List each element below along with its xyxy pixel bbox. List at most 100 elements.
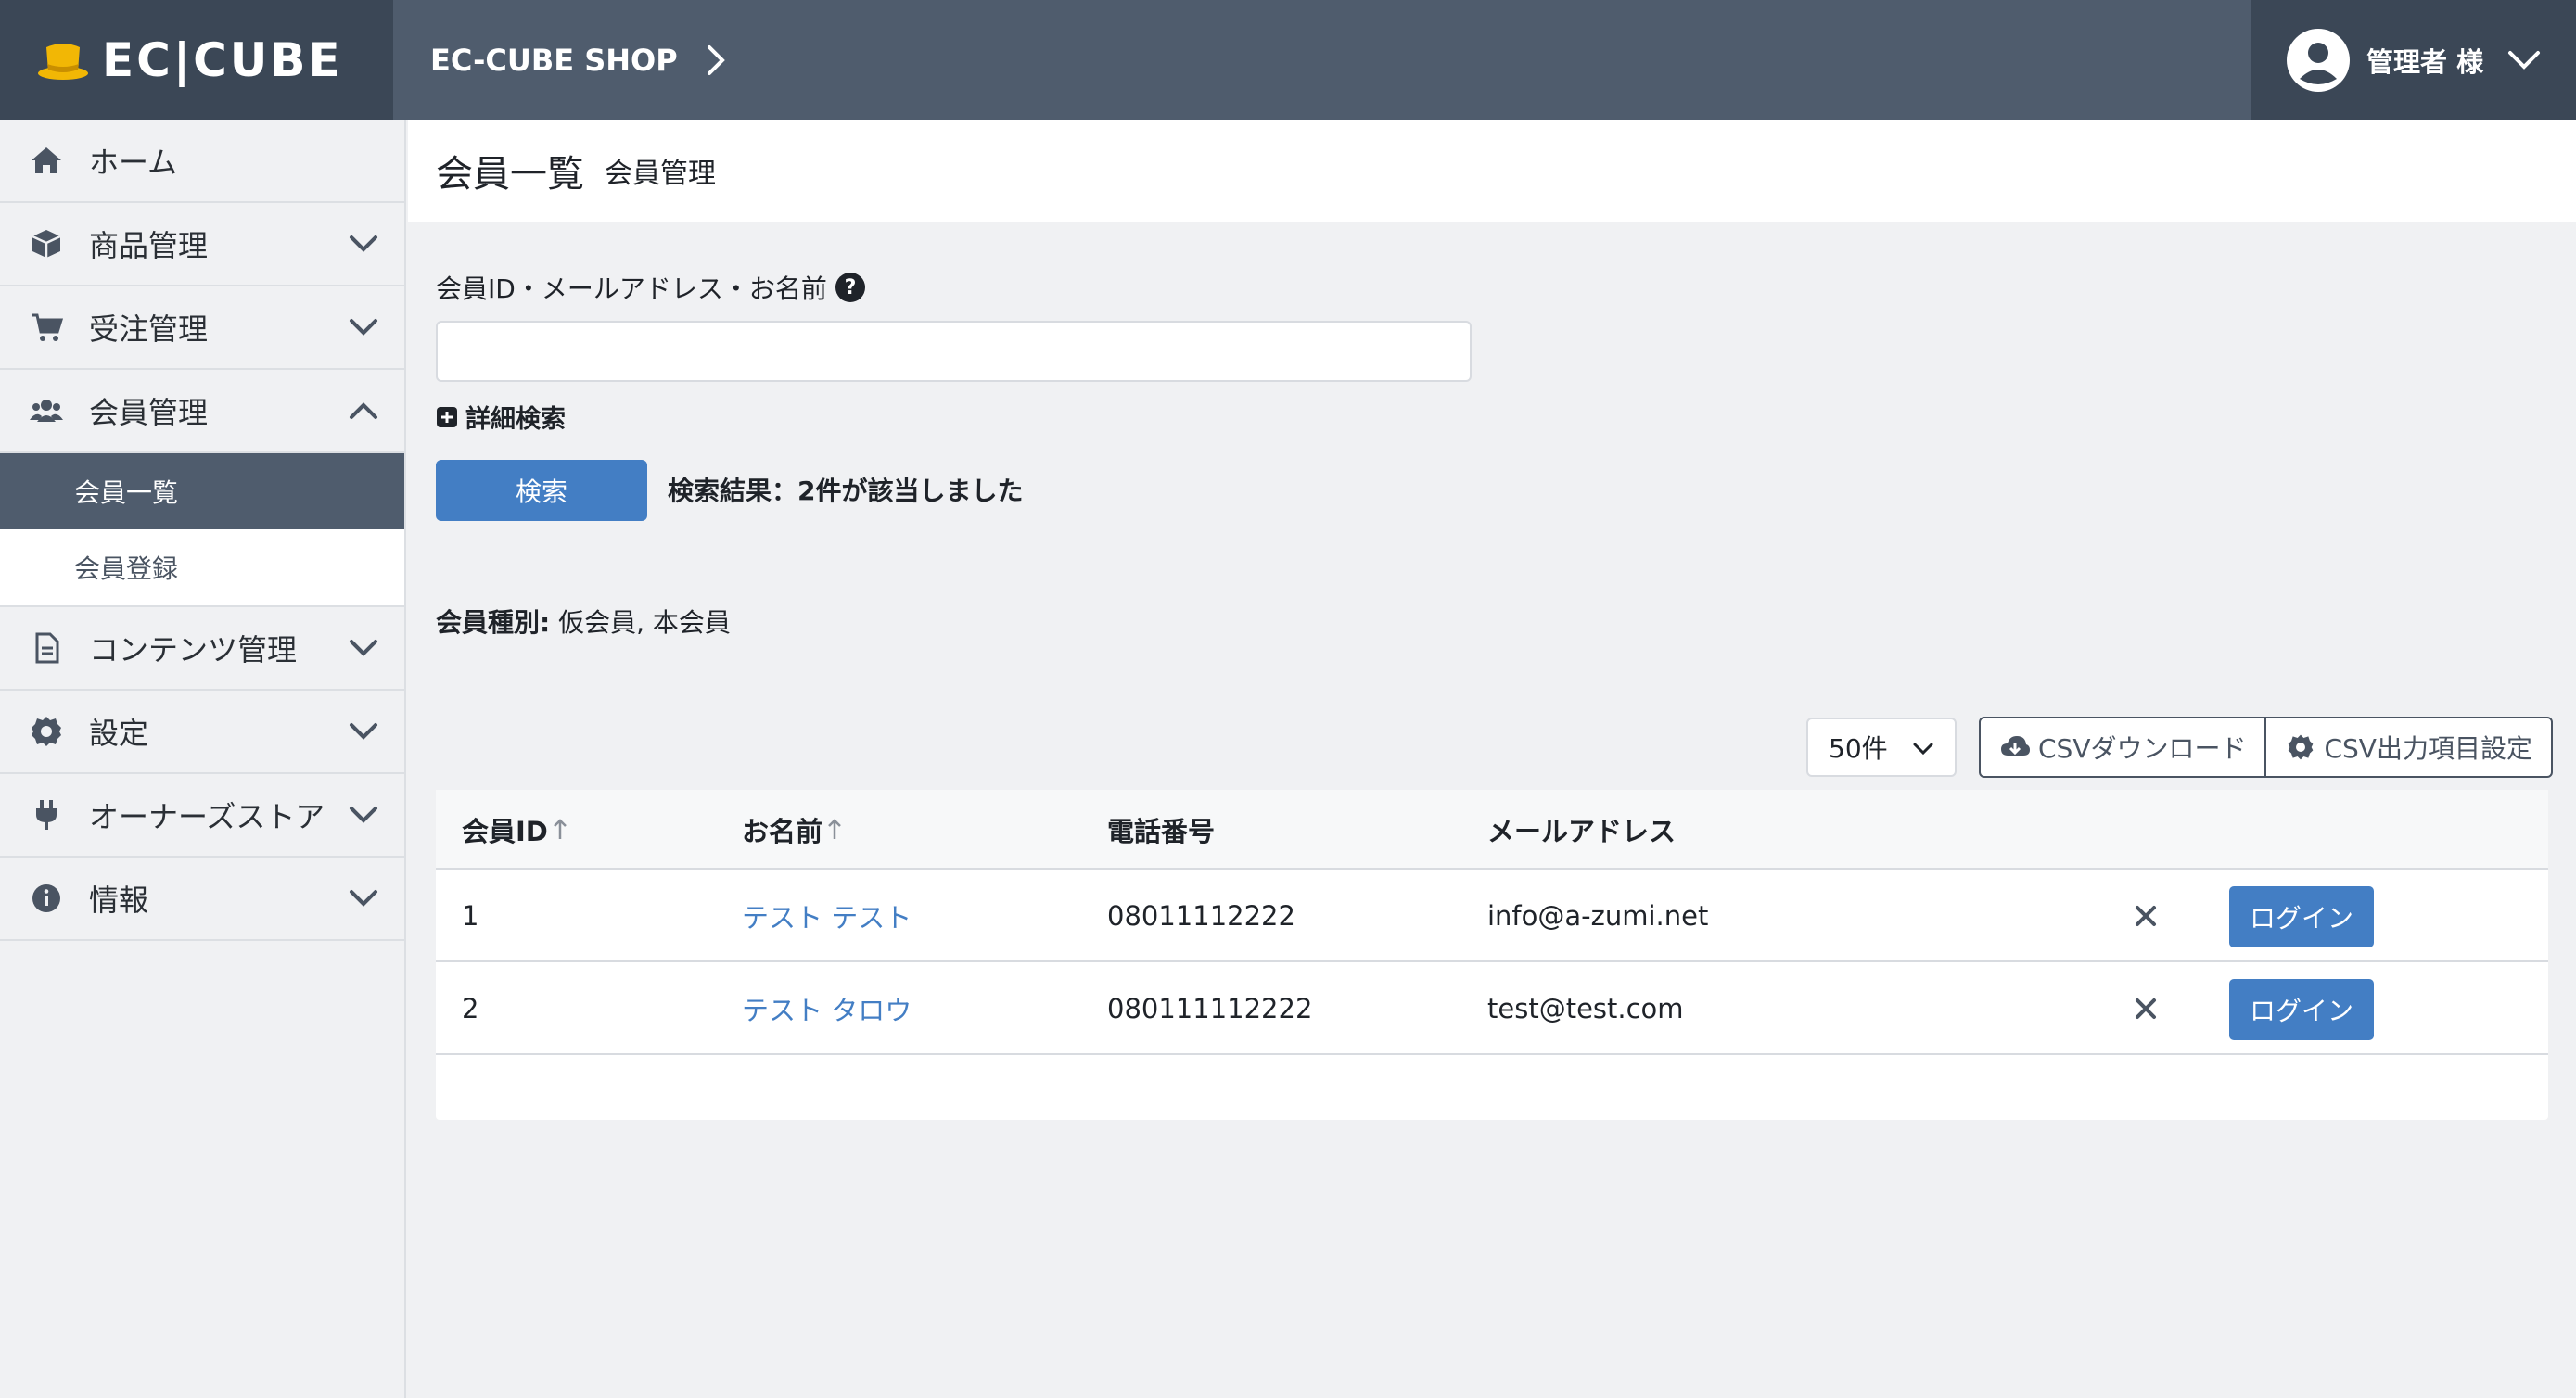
column-header-name[interactable]: お名前 xyxy=(742,790,843,870)
chevron-down-icon xyxy=(350,235,377,252)
advanced-search-toggle[interactable]: 詳細検索 xyxy=(436,399,566,435)
info-icon xyxy=(32,884,60,912)
shop-link[interactable]: EC-CUBE SHOP xyxy=(430,0,726,120)
home-icon xyxy=(32,147,61,173)
close-icon xyxy=(2136,906,2156,926)
column-header-id[interactable]: 会員ID xyxy=(462,790,568,870)
plug-icon xyxy=(36,800,57,830)
user-name: 管理者 様 xyxy=(2366,45,2484,78)
column-header-label: 電話番号 xyxy=(1107,816,1216,847)
page-header: 会員一覧 会員管理 xyxy=(408,120,2576,222)
sidebar-item-label: 情報 xyxy=(89,883,149,918)
sidebar-item-owners-store[interactable]: オーナーズストア xyxy=(0,774,404,858)
page-title: 会員一覧 xyxy=(436,153,584,196)
user-avatar-icon xyxy=(2287,28,2350,92)
sidebar-subitem-member-list[interactable]: 会員一覧 xyxy=(0,453,404,529)
file-icon xyxy=(35,632,59,664)
box-icon xyxy=(32,230,61,258)
search-label: 会員ID・メールアドレス・お名前 ? xyxy=(436,269,866,306)
member-type-filter: 会員種別: 仮会員, 本会員 xyxy=(436,603,731,640)
csv-download-label: CSVダウンロード xyxy=(2038,733,2247,764)
chevron-down-icon xyxy=(350,890,377,907)
sidebar-item-label: 会員管理 xyxy=(89,395,209,430)
search-label-text: 会員ID・メールアドレス・お名前 xyxy=(436,273,827,304)
sidebar: ホーム 商品管理 受注管理 会員管理 会員一覧 会員登録 コンテンツ管理 設定 … xyxy=(0,120,406,1398)
member-id: 1 xyxy=(462,900,479,932)
column-header-phone: 電話番号 xyxy=(1107,790,1215,870)
table-row: 1 テスト テスト 08011112222 info@a-zumi.net ログ… xyxy=(436,870,2548,962)
table-row: 2 テスト タロウ 080111112222 test@test.com ログイ… xyxy=(436,962,2548,1055)
sidebar-subitem-member-register[interactable]: 会員登録 xyxy=(0,529,404,605)
member-email: test@test.com xyxy=(1487,993,1684,1024)
sidebar-item-info[interactable]: 情報 xyxy=(0,858,404,941)
sidebar-item-label: 商品管理 xyxy=(89,228,209,263)
sidebar-item-settings[interactable]: 設定 xyxy=(0,691,404,774)
per-page-select[interactable]: 50件 xyxy=(1806,718,1957,777)
sidebar-item-members[interactable]: 会員管理 xyxy=(0,370,404,453)
member-type-value: 仮会員, 本会員 xyxy=(558,607,731,638)
members-submenu: 会員一覧 会員登録 xyxy=(0,453,404,607)
top-header: EC|CUBE EC-CUBE SHOP 管理者 様 xyxy=(0,0,2576,120)
csv-settings-label: CSV出力項目設定 xyxy=(2324,733,2532,764)
member-type-label: 会員種別: xyxy=(436,607,551,638)
csv-download-button[interactable]: CSVダウンロード xyxy=(1981,718,2264,776)
sidebar-item-products[interactable]: 商品管理 xyxy=(0,203,404,286)
help-icon[interactable]: ? xyxy=(835,272,866,303)
login-button[interactable]: ログイン xyxy=(2229,979,2374,1040)
svg-text:?: ? xyxy=(844,276,856,299)
delete-button[interactable] xyxy=(2133,962,2159,1055)
delete-button[interactable] xyxy=(2133,870,2159,962)
per-page-value: 50件 xyxy=(1829,733,1888,764)
gear-icon xyxy=(32,717,61,746)
sort-arrow-up-icon xyxy=(828,819,841,839)
login-button[interactable]: ログイン xyxy=(2229,886,2374,947)
sort-arrow-up-icon xyxy=(553,819,567,839)
shop-name: EC-CUBE SHOP xyxy=(430,42,678,78)
member-email: info@a-zumi.net xyxy=(1487,900,1709,932)
sidebar-item-label: ホーム xyxy=(89,145,178,180)
user-menu[interactable]: 管理者 様 xyxy=(2251,0,2576,120)
column-header-label: 会員ID xyxy=(462,816,548,847)
search-result-text: 検索結果：2件が該当しました xyxy=(668,476,1024,506)
chevron-down-icon xyxy=(1913,743,1933,756)
csv-settings-button[interactable]: CSV出力項目設定 xyxy=(2264,718,2550,776)
chevron-down-icon xyxy=(350,319,377,336)
sidebar-item-label: 受注管理 xyxy=(89,311,209,347)
member-name-link[interactable]: テスト タロウ xyxy=(742,962,912,1055)
member-name-link[interactable]: テスト テスト xyxy=(742,870,912,962)
logo-text: EC|CUBE xyxy=(102,32,343,87)
sidebar-item-label: オーナーズストア xyxy=(89,799,325,834)
chevron-down-icon xyxy=(2508,50,2541,70)
column-header-label: お名前 xyxy=(742,816,823,847)
member-phone: 080111112222 xyxy=(1107,993,1313,1024)
column-header-label: メールアドレス xyxy=(1487,816,1677,847)
cart-icon xyxy=(32,313,63,341)
table-header: 会員ID お名前 電話番号 メールアドレス xyxy=(436,790,2548,870)
cloud-download-icon xyxy=(2001,736,2030,756)
sidebar-item-contents[interactable]: コンテンツ管理 xyxy=(0,607,404,691)
sidebar-item-home[interactable]: ホーム xyxy=(0,120,404,203)
column-header-email: メールアドレス xyxy=(1487,790,1676,870)
chevron-up-icon xyxy=(350,402,377,419)
chevron-down-icon xyxy=(350,723,377,740)
csv-button-group: CSVダウンロード CSV出力項目設定 xyxy=(1979,717,2553,778)
sidebar-item-label: コンテンツ管理 xyxy=(89,632,298,667)
member-phone: 08011112222 xyxy=(1107,900,1295,932)
chevron-down-icon xyxy=(350,807,377,823)
plus-square-icon xyxy=(437,406,457,427)
advanced-search-label: 詳細検索 xyxy=(465,405,566,434)
search-button[interactable]: 検索 xyxy=(436,460,647,521)
hat-logo-icon xyxy=(38,43,88,80)
search-input[interactable] xyxy=(436,321,1472,382)
chevron-right-icon xyxy=(707,44,725,75)
page-subtitle: 会員管理 xyxy=(605,158,716,190)
chevron-down-icon xyxy=(350,640,377,656)
close-icon xyxy=(2136,998,2156,1019)
users-icon xyxy=(30,400,63,422)
logo[interactable]: EC|CUBE xyxy=(0,0,393,120)
sidebar-item-orders[interactable]: 受注管理 xyxy=(0,286,404,370)
gear-icon xyxy=(2289,734,2314,760)
sidebar-item-label: 設定 xyxy=(89,716,149,751)
member-id: 2 xyxy=(462,993,479,1024)
member-table: 会員ID お名前 電話番号 メールアドレス 1 テスト テスト 08011112… xyxy=(436,790,2548,1120)
